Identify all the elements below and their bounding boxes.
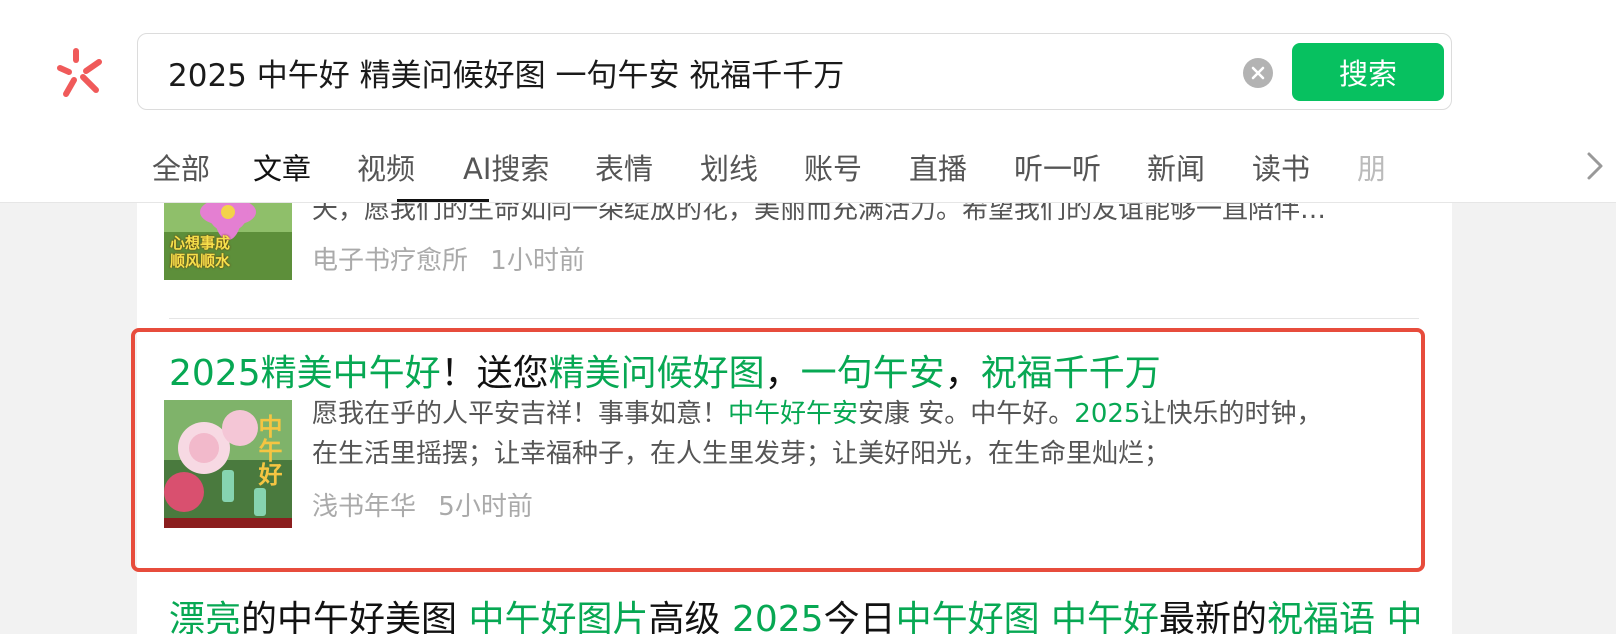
result-time: 5小时前 (438, 492, 533, 522)
result-source[interactable]: 浅书年华 (312, 492, 416, 522)
thumb-caption-line: 心想事成 (170, 234, 231, 252)
result-meta: 电子书疗愈所 1小时前 (312, 240, 599, 277)
result-snippet: 愿我在乎的人平安吉祥！事事如意！中午好午安安康 安。中午好。2025让快乐的时钟… (312, 394, 1422, 434)
snippet-segment: 2025 (1074, 399, 1141, 429)
tab-listen[interactable]: 听一听 (1014, 146, 1101, 188)
title-segment: ！送您 (440, 353, 549, 394)
result-title[interactable]: 漂亮的中午好美图 中午好图片高级 2025今日中午好图 中午好最新的祝福语 中 (169, 590, 1423, 634)
search-button[interactable]: 搜索 (1292, 43, 1444, 101)
title-segment: 精美问候好图 (548, 353, 765, 394)
title-segment: 祝福千千万 (980, 353, 1161, 394)
result-source[interactable]: 电子书疗愈所 (312, 246, 468, 276)
divider (169, 318, 1419, 319)
active-tab-indicator (397, 199, 489, 202)
tab-news[interactable]: 新闻 (1147, 146, 1205, 188)
search-header: 搜索 全部 文章 视频 AI搜索 表情 划线 账号 直播 听一听 新闻 读书 朋 (0, 0, 1616, 203)
title-segment: ， (944, 353, 981, 394)
results-list: 心想事成 顺风顺水 天，愿我们的生命如同一朵绽放的花，美丽而充满活力。希望我们的… (137, 202, 1452, 634)
result-snippet: 天，愿我们的生命如同一朵绽放的花，美丽而充满活力。希望我们的友谊能够一直陪伴… (312, 202, 1327, 225)
title-segment: 2025 (731, 599, 824, 634)
title-segment: 的中午好美图 (241, 599, 469, 634)
tab-friends[interactable]: 朋 (1357, 146, 1386, 188)
snippet-segment: 让快乐的时钟， (1140, 399, 1323, 429)
tab-all[interactable]: 全部 (152, 146, 210, 188)
title-segment: 一句午安 (800, 353, 945, 394)
logo-icon[interactable] (52, 44, 108, 100)
tab-accounts[interactable]: 账号 (804, 146, 862, 188)
tab-highlights[interactable]: 划线 (700, 146, 758, 188)
title-segment: 漂亮 (169, 599, 242, 634)
snippet-segment: 中午好午安 (728, 399, 859, 429)
clear-icon[interactable] (1243, 58, 1273, 88)
tab-articles[interactable]: 文章 (253, 146, 311, 188)
result-snippet-line2: 在生活里摇摆；让幸福种子，在人生里发芽；让美好阳光，在生命里灿烂； (312, 439, 1171, 469)
title-segment: ， (764, 353, 801, 394)
result-thumbnail[interactable]: 心想事成 顺风顺水 (164, 202, 292, 280)
thumb-caption: 中午好 (254, 414, 282, 486)
snippet-segment: 愿我在乎的人平安吉祥！事事如意！ (312, 399, 729, 429)
tab-ai-search[interactable]: AI搜索 (463, 146, 549, 188)
result-title[interactable]: 2025精美中午好！送您精美问候好图，一句午安，祝福千千万 (169, 344, 1161, 396)
result-meta: 浅书年华 5小时前 (312, 486, 547, 523)
snippet-segment: 安康 安。中午好。 (858, 399, 1075, 429)
tab-stickers[interactable]: 表情 (595, 146, 653, 188)
result-time: 1小时前 (490, 246, 585, 276)
search-bar: 搜索 (137, 33, 1452, 110)
title-segment: 中午好图 中午好 (895, 599, 1160, 634)
tab-videos[interactable]: 视频 (357, 146, 415, 188)
title-segment: 最新的 (1159, 599, 1268, 634)
tab-live[interactable]: 直播 (909, 146, 967, 188)
thumb-caption: 心想事成 顺风顺水 (170, 234, 230, 270)
tab-bar: 全部 文章 视频 AI搜索 表情 划线 账号 直播 听一听 新闻 读书 朋 (152, 138, 1612, 202)
result-thumbnail[interactable]: 中午好 (164, 400, 292, 528)
title-segment: 2025精美中午好 (169, 353, 441, 394)
tab-books[interactable]: 读书 (1252, 146, 1310, 188)
chevron-right-icon[interactable] (1582, 146, 1608, 186)
thumb-caption-line: 顺风顺水 (170, 252, 231, 270)
title-segment: 今日 (823, 599, 896, 634)
title-segment: 中午好图片 (468, 599, 649, 634)
title-segment: 高级 (648, 599, 732, 634)
title-segment: 祝福语 中 (1267, 599, 1423, 634)
search-input[interactable] (168, 46, 1218, 98)
